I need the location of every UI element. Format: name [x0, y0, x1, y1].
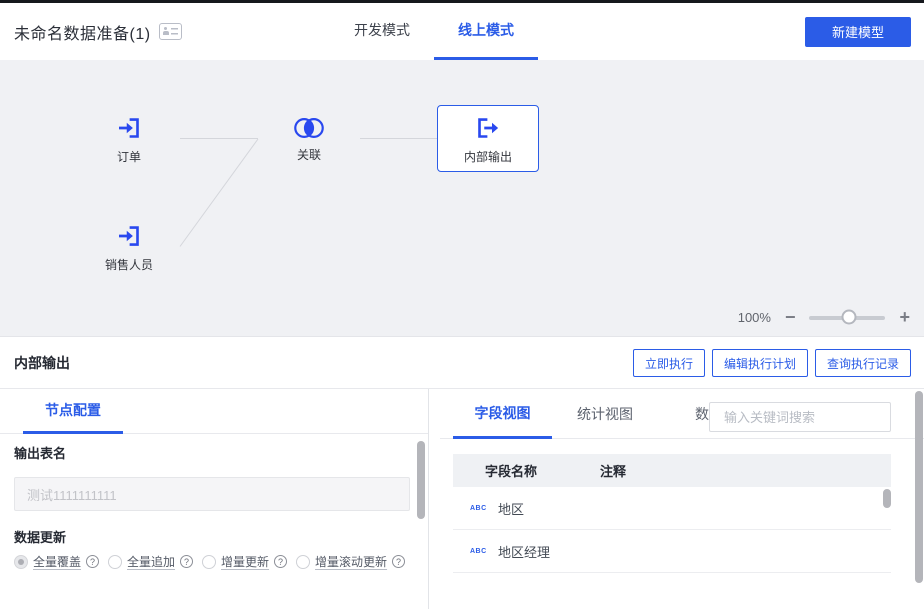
header: 未命名数据准备(1) 开发模式 线上模式 新建模型 — [0, 3, 924, 60]
radio-full-append[interactable]: 全量追加 ? — [108, 553, 193, 570]
id-card-icon[interactable] — [159, 23, 182, 40]
page-scrollbar[interactable] — [915, 391, 923, 583]
export-icon — [473, 113, 503, 143]
update-mode-radio-group: 全量覆盖 ? 全量追加 ? 增量更新 ? 增量滚动更新 ? — [14, 553, 405, 570]
help-icon[interactable]: ? — [274, 555, 287, 568]
field-view-panel: 字段视图 统计视图 数 字段名称 注释 ABC 地 — [440, 389, 924, 609]
radio-full-overwrite[interactable]: 全量覆盖 ? — [14, 553, 99, 570]
edit-schedule-button[interactable]: 编辑执行计划 — [712, 349, 808, 377]
node-internal-output[interactable]: 内部输出 — [437, 105, 539, 172]
node-label: 关联 — [297, 146, 321, 163]
output-table-input[interactable] — [14, 477, 410, 511]
tab-node-config[interactable]: 节点配置 — [23, 389, 123, 434]
field-table-header: 字段名称 注释 — [453, 454, 891, 487]
tab-online-mode[interactable]: 线上模式 — [434, 3, 538, 60]
page-title: 未命名数据准备(1) — [14, 20, 151, 44]
execute-now-button[interactable]: 立即执行 — [633, 349, 705, 377]
zoom-slider[interactable] — [809, 310, 885, 325]
config-panel-scrollbar[interactable] — [417, 441, 425, 519]
tab-dev-mode[interactable]: 开发模式 — [330, 3, 434, 60]
node-join[interactable]: 关联 — [258, 105, 360, 172]
node-label: 内部输出 — [464, 148, 512, 165]
column-header-field-name: 字段名称 — [485, 461, 600, 480]
output-table-label: 输出表名 — [14, 443, 66, 462]
field-table-scrollbar[interactable] — [883, 489, 891, 508]
bottom-section: 节点配置 输出表名 数据更新 全量覆盖 ? 全量追加 ? 增量更新 — [0, 389, 924, 609]
data-update-label: 数据更新 — [14, 527, 66, 546]
help-icon[interactable]: ? — [392, 555, 405, 568]
query-records-button[interactable]: 查询执行记录 — [815, 349, 911, 377]
node-orders[interactable]: 订单 — [78, 105, 180, 172]
selected-node-title: 内部输出 — [14, 353, 70, 373]
new-model-button[interactable]: 新建模型 — [805, 17, 911, 47]
search-input[interactable] — [724, 410, 900, 425]
connector-lines — [0, 60, 924, 337]
field-name-cell: 地区经理 — [498, 542, 550, 561]
column-header-comment: 注释 — [600, 461, 626, 480]
node-config-panel: 节点配置 输出表名 数据更新 全量覆盖 ? 全量追加 ? 增量更新 — [0, 389, 429, 609]
node-action-bar: 内部输出 立即执行 编辑执行计划 查询执行记录 — [0, 338, 924, 389]
radio-circle[interactable] — [108, 555, 122, 569]
data-prep-app: 未命名数据准备(1) 开发模式 线上模式 新建模型 订单 — [0, 0, 924, 609]
string-type-icon: ABC — [470, 505, 488, 512]
canvas-zoom-control: 100% − + — [738, 308, 910, 326]
zoom-level: 100% — [738, 310, 771, 325]
radio-incremental-rolling-update[interactable]: 增量滚动更新 ? — [296, 553, 405, 570]
zoom-slider-thumb[interactable] — [842, 310, 857, 325]
node-label: 销售人员 — [105, 256, 153, 273]
join-icon — [292, 115, 326, 141]
import-icon — [114, 221, 144, 251]
tab-field-view[interactable]: 字段视图 — [453, 389, 552, 439]
field-table: 字段名称 注释 ABC 地区 ABC 地区经理 — [453, 454, 891, 573]
node-salespersons[interactable]: 销售人员 — [78, 213, 180, 280]
node-label: 订单 — [117, 148, 141, 165]
table-row[interactable]: ABC 地区 — [453, 487, 891, 530]
table-row[interactable]: ABC 地区经理 — [453, 530, 891, 573]
radio-circle[interactable] — [296, 555, 310, 569]
help-icon[interactable]: ? — [86, 555, 99, 568]
zoom-in-button[interactable]: + — [899, 308, 910, 326]
search-box — [709, 402, 891, 432]
radio-circle[interactable] — [14, 555, 28, 569]
mode-tabs: 开发模式 线上模式 — [330, 3, 538, 60]
string-type-icon: ABC — [470, 548, 488, 555]
help-icon[interactable]: ? — [180, 555, 193, 568]
flow-canvas[interactable]: 订单 销售人员 关联 内部输出 10 — [0, 60, 924, 337]
radio-circle[interactable] — [202, 555, 216, 569]
zoom-out-button[interactable]: − — [785, 308, 796, 326]
radio-incremental-update[interactable]: 增量更新 ? — [202, 553, 287, 570]
import-icon — [114, 113, 144, 143]
tab-stats-view[interactable]: 统计视图 — [555, 389, 655, 439]
field-name-cell: 地区 — [498, 499, 524, 518]
